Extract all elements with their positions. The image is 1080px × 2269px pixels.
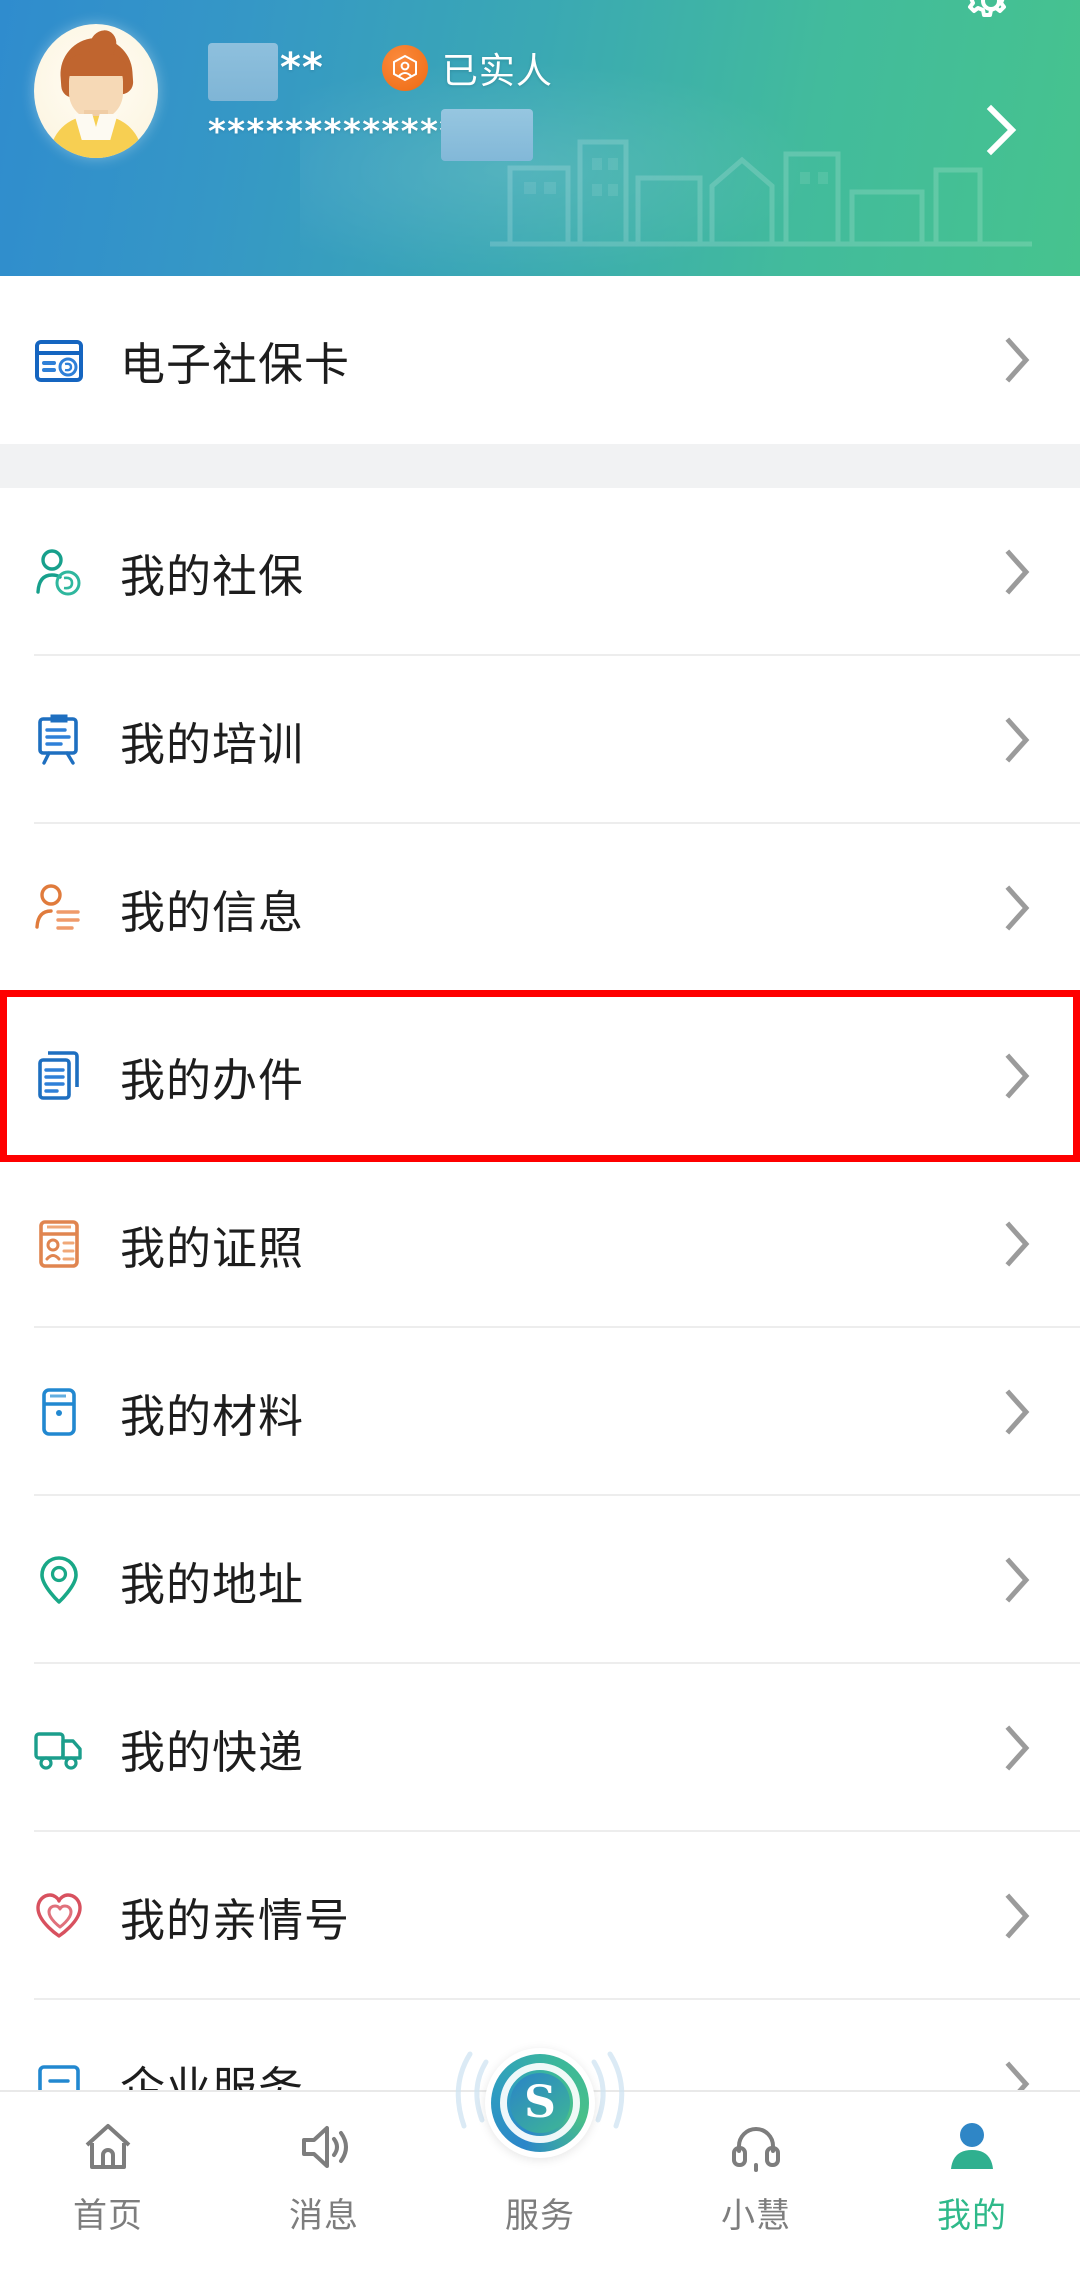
menu-item-label: 我的信息 bbox=[120, 885, 305, 939]
id-certificate-icon bbox=[30, 1215, 88, 1273]
menu-list: 电子社保卡 我的社保 我的培训 我的信息 我的办件 我的证照 我的材料 我的地址… bbox=[0, 276, 1080, 2269]
id-redaction-block bbox=[440, 109, 533, 161]
menu-item-electronic-ss-card[interactable]: 电子社保卡 bbox=[0, 276, 1080, 444]
chevron-right-icon bbox=[1005, 1725, 1030, 1771]
tab-home[interactable]: 首页 bbox=[0, 2092, 216, 2237]
menu-item-label: 我的培训 bbox=[120, 717, 305, 771]
tab-assistant[interactable]: 小慧 bbox=[648, 2092, 864, 2237]
avatar-fringe bbox=[65, 54, 127, 76]
chevron-right-icon bbox=[1005, 337, 1030, 383]
menu-item-my-address[interactable]: 我的地址 bbox=[0, 1496, 1080, 1664]
verified-person-icon bbox=[381, 45, 428, 91]
header-chevron-right-icon[interactable] bbox=[985, 104, 1019, 156]
menu-item-label: 我的社保 bbox=[120, 549, 305, 603]
menu-item-label: 我的地址 bbox=[120, 1557, 305, 1611]
menu-item-label: 我的证照 bbox=[120, 1221, 305, 1275]
user-name-row: ** 已实人 bbox=[208, 42, 553, 101]
chevron-right-icon bbox=[1005, 1893, 1030, 1939]
menu-item-my-delivery[interactable]: 我的快递 bbox=[0, 1664, 1080, 1832]
double-heart-icon bbox=[30, 1887, 88, 1945]
chevron-right-icon bbox=[1005, 717, 1030, 763]
user-id-row: ************* bbox=[208, 106, 533, 161]
person-icon bbox=[942, 2116, 1002, 2178]
menu-item-my-materials[interactable]: 我的材料 bbox=[0, 1328, 1080, 1496]
tab-label: 消息 bbox=[289, 2196, 359, 2236]
bottom-tab-bar: 首页 消息 S 服务 小慧 我的 bbox=[0, 2048, 1080, 2269]
chevron-right-icon bbox=[1005, 885, 1030, 931]
gear-icon[interactable] bbox=[962, 0, 1020, 30]
menu-item-label: 我的办件 bbox=[120, 1053, 305, 1107]
service-badge-core: S bbox=[510, 2073, 570, 2133]
user-name: ** bbox=[280, 45, 324, 91]
tab-label: 小慧 bbox=[721, 2196, 791, 2236]
chevron-right-icon bbox=[1005, 1389, 1030, 1435]
menu-item-label: 我的亲情号 bbox=[120, 1893, 351, 1947]
social-security-card-icon bbox=[30, 331, 88, 389]
menu-item-label: 电子社保卡 bbox=[120, 337, 351, 391]
service-badge-logo[interactable]: S bbox=[485, 2048, 595, 2158]
location-pin-icon bbox=[30, 1551, 88, 1609]
delivery-truck-icon bbox=[30, 1719, 88, 1777]
headset-icon bbox=[726, 2116, 786, 2178]
chevron-right-icon bbox=[1005, 1221, 1030, 1267]
person-social-security-icon bbox=[30, 543, 88, 601]
tab-messages[interactable]: 消息 bbox=[216, 2092, 432, 2237]
tab-service[interactable]: S 服务 bbox=[432, 2048, 648, 2237]
menu-item-my-family-number[interactable]: 我的亲情号 bbox=[0, 1832, 1080, 2000]
name-redaction-block bbox=[208, 43, 278, 101]
speaker-icon bbox=[294, 2116, 354, 2178]
menu-item-my-social-security[interactable]: 我的社保 bbox=[0, 488, 1080, 656]
chevron-right-icon bbox=[1005, 1557, 1030, 1603]
tab-label: 我的 bbox=[937, 2196, 1007, 2236]
skyline-watermark bbox=[490, 139, 1032, 247]
status-badge: 已实人 bbox=[381, 42, 553, 94]
menu-item-my-certificates[interactable]: 我的证照 bbox=[0, 1160, 1080, 1328]
verified-label: 已实人 bbox=[441, 51, 553, 92]
service-badge-glyph: S bbox=[524, 2077, 556, 2128]
service-badge-ring: S bbox=[491, 2054, 589, 2152]
menu-item-my-applications[interactable]: 我的办件 bbox=[0, 992, 1080, 1160]
tab-mine[interactable]: 我的 bbox=[864, 2092, 1080, 2237]
tab-label: 首页 bbox=[73, 2196, 143, 2236]
chevron-right-icon bbox=[1005, 1053, 1030, 1099]
menu-item-my-info[interactable]: 我的信息 bbox=[0, 824, 1080, 992]
section-gap bbox=[0, 444, 1080, 488]
training-board-icon bbox=[30, 711, 88, 769]
menu-item-label: 我的材料 bbox=[120, 1389, 305, 1443]
home-icon bbox=[78, 2116, 138, 2178]
material-folder-icon bbox=[30, 1383, 88, 1441]
chevron-right-icon bbox=[1005, 549, 1030, 595]
avatar[interactable] bbox=[34, 24, 158, 158]
documents-icon bbox=[30, 1047, 88, 1105]
menu-item-label: 我的快递 bbox=[120, 1725, 305, 1779]
app-screen: ** 已实人 ************* 电子社保卡 我的社保 我的培训 我的信… bbox=[0, 0, 1080, 2269]
person-info-icon bbox=[30, 879, 88, 937]
tab-label: 服务 bbox=[505, 2196, 575, 2236]
menu-item-my-training[interactable]: 我的培训 bbox=[0, 656, 1080, 824]
profile-header[interactable]: ** 已实人 ************* bbox=[0, 0, 1080, 276]
user-id-masked: ************* bbox=[208, 112, 459, 152]
